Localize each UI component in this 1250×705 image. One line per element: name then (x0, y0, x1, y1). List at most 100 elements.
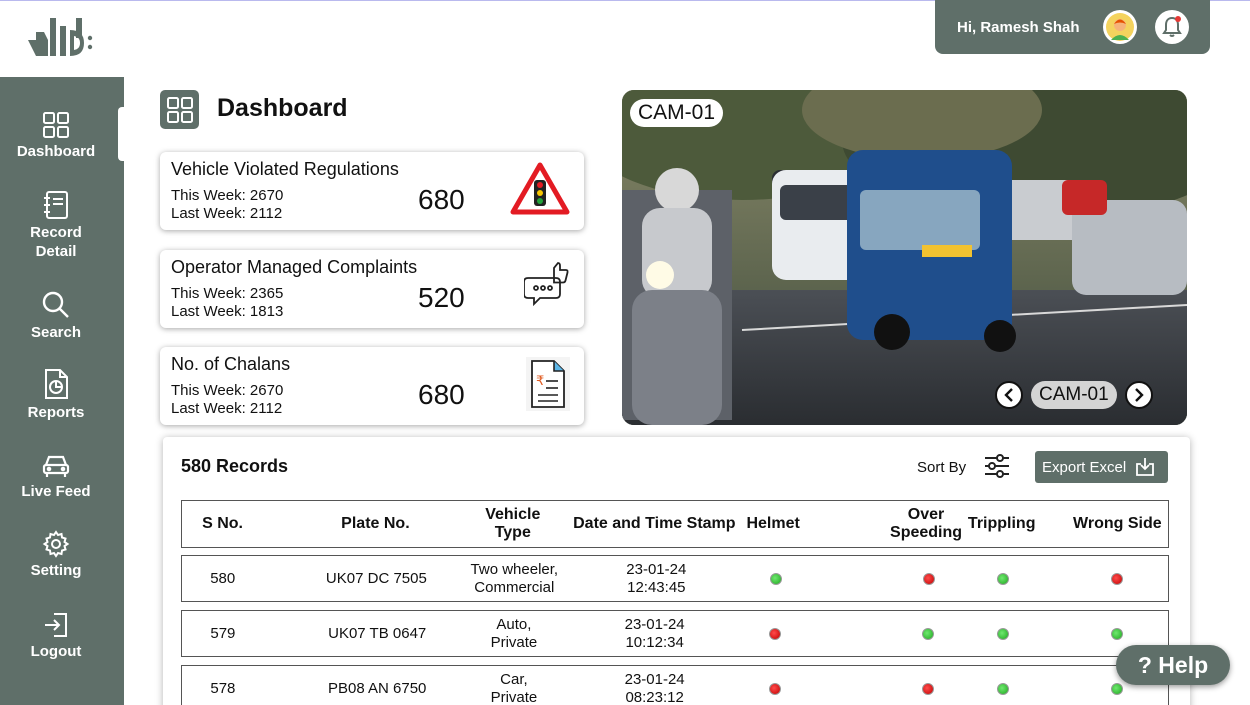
chevron-left-icon (1004, 388, 1013, 402)
cell-datetime: 23-01-24 08:23:12 (537, 671, 742, 705)
cell-trippling (979, 682, 1025, 695)
camera-switcher: CAM-01 (995, 381, 1153, 409)
column-header: Date and Time Stamp (573, 515, 736, 532)
date-text: 23-01-24 (624, 670, 685, 688)
sidebar-item-label: Reports (27, 404, 85, 421)
chat-thumbs-up-icon (523, 260, 570, 315)
card-title: Vehicle Violated Regulations (171, 159, 399, 179)
notification-bell-icon[interactable] (1155, 10, 1189, 44)
cell-plate: UK07 DC 7505 (325, 569, 427, 587)
cell-plate: PB08 AN 6750 (327, 679, 427, 697)
column-header: Trippling (967, 515, 1036, 532)
user-avatar[interactable] (1103, 10, 1137, 44)
column-header: Vehicle Type (485, 506, 541, 541)
sidebar: Dashboard Record Detail Search Reports L… (0, 77, 126, 705)
column-header: Wrong Side (1073, 515, 1162, 532)
status-dot-red (922, 682, 935, 695)
cell-over-speeding (807, 627, 979, 640)
column-header: Plate No. (341, 515, 410, 532)
gear-icon (42, 530, 70, 558)
next-camera-button[interactable] (1124, 381, 1153, 409)
stat-card-chalans[interactable]: No. of Chalans This Week: 2670 Last Week… (160, 347, 584, 425)
card-value: 680 (418, 379, 465, 410)
cell-type: Two wheeler, Commercial (471, 561, 559, 597)
cell-sno: 578 (210, 679, 236, 697)
car-icon (42, 455, 70, 477)
camera-feed[interactable]: CAM-01 CAM-01 (622, 90, 1187, 425)
sidebar-item-search[interactable]: Search (0, 290, 112, 342)
help-button[interactable]: ? Help (1116, 645, 1230, 685)
sidebar-item-label: Live Feed (21, 483, 91, 500)
sidebar-item-label: Setting (30, 562, 82, 579)
cell-wrong-side (1026, 627, 1168, 640)
card-last-week: Last Week: 1813 (171, 303, 284, 320)
table-row[interactable]: 578 PB08 AN 6750 Car, Private 23-01-24 08:23:… (181, 665, 1169, 705)
page-title: Dashboard (217, 94, 348, 122)
export-excel-button[interactable]: Export Excel (1035, 451, 1168, 483)
status-dot-red (923, 572, 936, 585)
column-header: S No. (202, 515, 243, 532)
table-row[interactable]: 579 UK07 TB 0647 Auto, Private 23-01-24 10:12… (181, 610, 1169, 657)
cell-helmet (742, 627, 807, 640)
cell-datetime: 23-01-24 10:12:34 (537, 616, 742, 652)
sidebar-item-reports[interactable]: Reports (0, 368, 112, 422)
status-dot-red (768, 627, 781, 640)
active-tab-indicator (118, 107, 126, 161)
stat-card-complaints[interactable]: Operator Managed Complaints This Week: 2… (160, 250, 584, 328)
sidebar-item-live-feed[interactable]: Live Feed (0, 453, 112, 501)
cell-sno: 580 (210, 569, 236, 587)
stat-card-violations[interactable]: Vehicle Violated Regulations This Week: … (160, 152, 584, 230)
traffic-warning-icon (510, 162, 570, 221)
status-dot-red (1111, 572, 1124, 585)
export-excel-label: Export Excel (1042, 458, 1127, 476)
sidebar-item-label: Search (30, 324, 82, 341)
sidebar-item-setting[interactable]: Setting (0, 530, 112, 580)
app-logo[interactable] (26, 12, 98, 62)
card-last-week: Last Week: 2112 (171, 400, 283, 417)
card-this-week: This Week: 2670 (171, 382, 284, 399)
camera-label: CAM-01 (630, 99, 724, 127)
download-icon (1136, 458, 1155, 476)
table-row[interactable]: 580 UK07 DC 7505 Two wheeler, Commercial 23-… (181, 555, 1169, 602)
card-value: 520 (418, 282, 465, 313)
status-dot-red (768, 682, 781, 695)
sidebar-item-record-detail[interactable]: Record Detail (0, 190, 112, 261)
sidebar-item-dashboard[interactable]: Dashboard (0, 111, 112, 161)
card-value: 680 (418, 184, 465, 215)
cell-sno: 579 (210, 624, 236, 642)
column-header: Helmet (746, 515, 800, 532)
table-header: S No. Plate No. Vehicle Type Date and Ti… (181, 500, 1169, 548)
records-count: 580 Records (181, 456, 289, 476)
cell-helmet (742, 682, 807, 695)
vehicle-type-text: Car, Private (490, 670, 538, 705)
date-text: 23-01-24 (626, 560, 687, 578)
card-last-week: Last Week: 2112 (171, 205, 283, 222)
cell-datetime: 23-01-24 12:43:45 (539, 561, 743, 597)
cell-trippling (980, 572, 1026, 585)
sidebar-item-label: Logout (30, 643, 82, 660)
cell-helmet (743, 572, 808, 585)
sort-by-label[interactable]: Sort By (917, 459, 966, 476)
status-dot-green (1110, 682, 1123, 695)
sidebar-item-logout[interactable]: Logout (0, 611, 112, 661)
sliders-icon[interactable] (984, 454, 1010, 483)
time-text: 10:12:34 (625, 633, 684, 651)
cell-over-speeding (807, 682, 979, 695)
card-this-week: This Week: 2365 (171, 285, 284, 302)
invoice-icon: ₹ (526, 357, 570, 416)
status-dot-green (922, 627, 935, 640)
status-dot-green (1110, 627, 1123, 640)
camera-select[interactable]: CAM-01 (1031, 381, 1117, 409)
date-text: 23-01-24 (624, 615, 685, 633)
user-bar: Hi, Ramesh Shah (935, 0, 1210, 54)
traffic-scene-image (622, 90, 1187, 425)
sidebar-item-label: Dashboard (16, 143, 96, 160)
dashboard-title-icon (160, 90, 199, 129)
card-title: No. of Chalans (171, 354, 291, 374)
previous-camera-button[interactable] (995, 381, 1023, 409)
search-icon (42, 291, 69, 318)
status-dot-green (996, 627, 1009, 640)
logout-icon (45, 613, 67, 637)
chevron-right-icon (1134, 388, 1144, 402)
card-this-week: This Week: 2670 (171, 187, 284, 204)
